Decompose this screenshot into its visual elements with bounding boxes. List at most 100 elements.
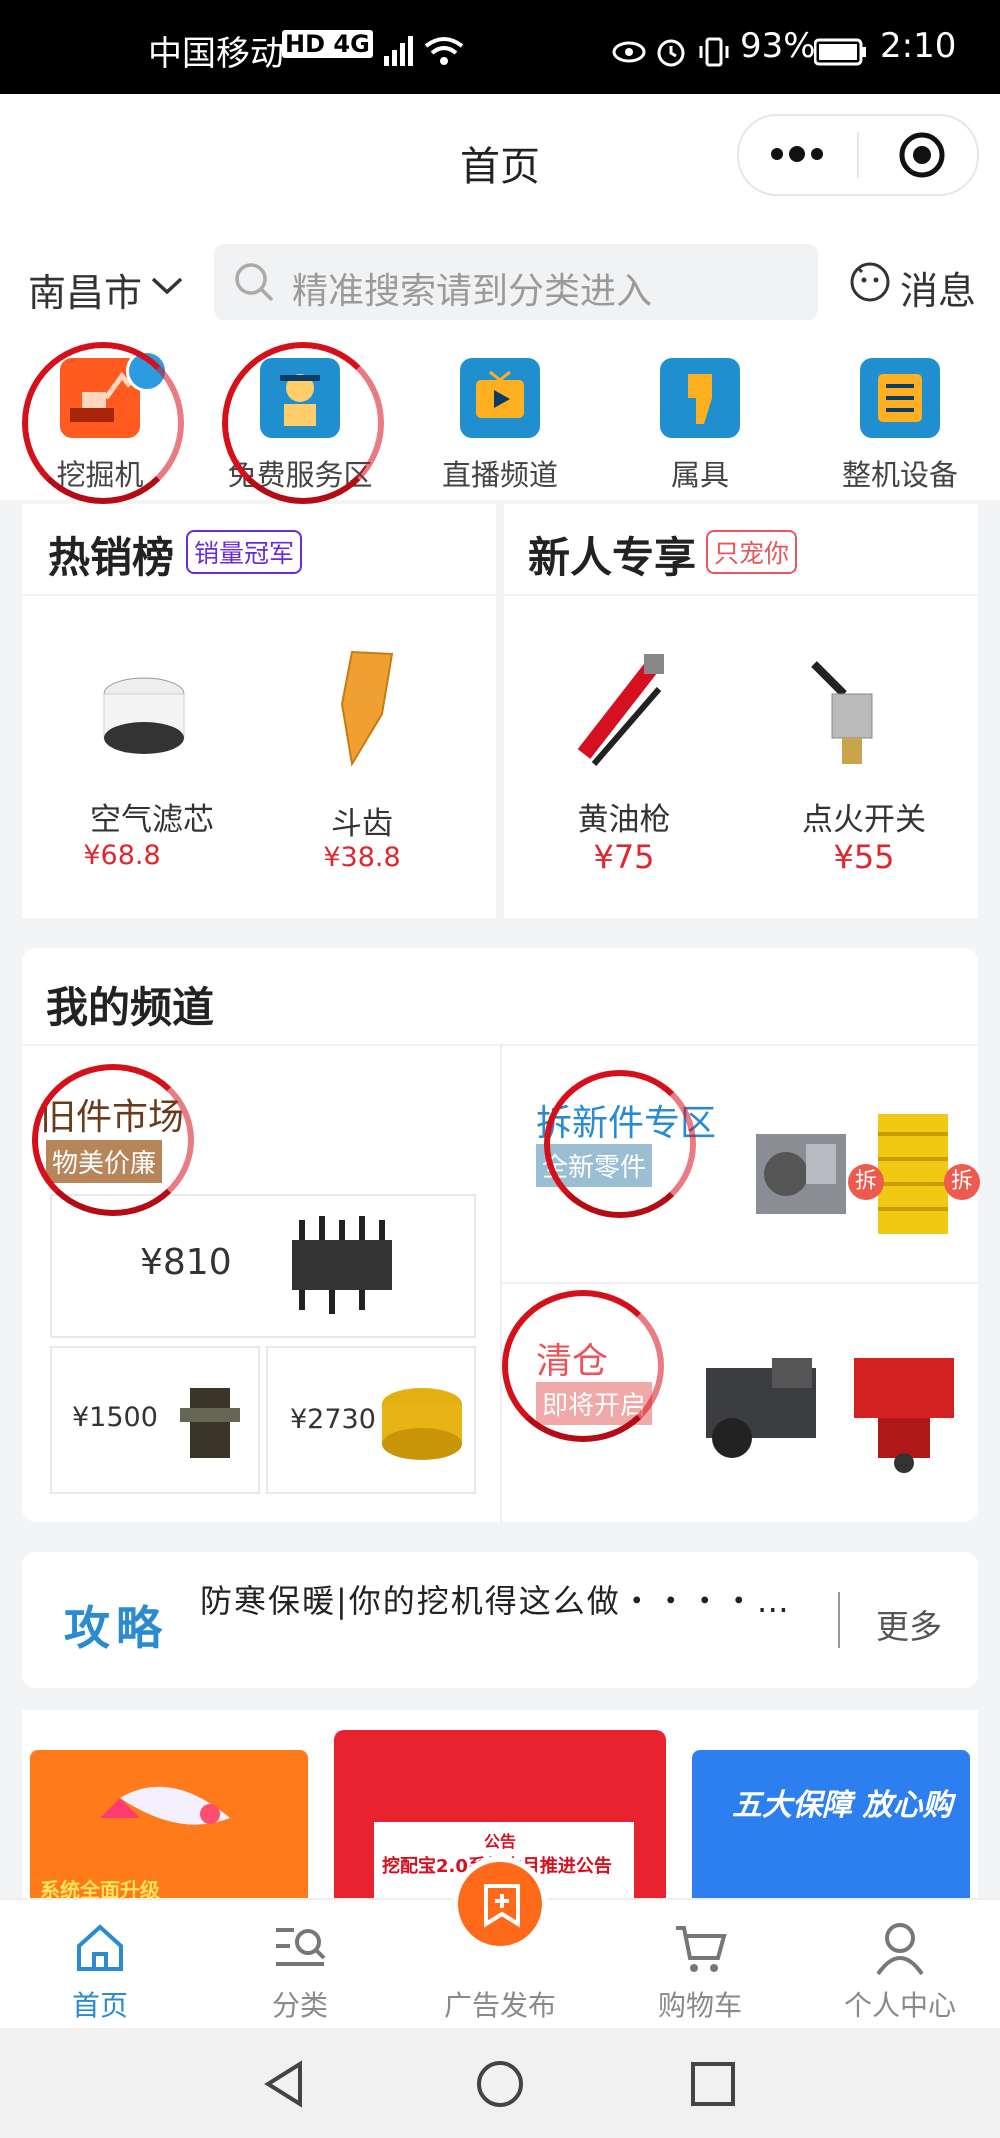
- used-item-price: ¥2730: [290, 1404, 376, 1435]
- pump-image: [180, 1388, 240, 1458]
- highlight-circle: [222, 342, 384, 504]
- nav-item-attachments[interactable]: 属具: [600, 340, 800, 500]
- valve-block-image: [292, 1216, 392, 1314]
- channel-title: 我的频道: [46, 983, 215, 1032]
- newcomer-card[interactable]: 新人专享 只宠你 黄油枪 ¥75 点火开关 ¥55: [504, 504, 978, 918]
- message-label[interactable]: 消息: [900, 260, 976, 315]
- hot-sale-card[interactable]: 热销榜 销量冠军 空气滤芯 ¥68.8 斗齿 ¥38.8: [22, 504, 496, 918]
- search-row: 南昌市 精准搜索请到分类进入 消息: [0, 220, 1000, 340]
- announcement-heading: 公告: [484, 1832, 517, 1851]
- tab-profile[interactable]: 个人中心: [800, 1900, 1000, 2030]
- battery-percent: 93%: [740, 26, 816, 66]
- close-target-icon[interactable]: [897, 130, 947, 180]
- dismantled-badge: 拆: [848, 1164, 884, 1200]
- signal-icon: [384, 36, 413, 66]
- guide-bar[interactable]: 攻略 防寒保暖|你的挖机得这么做・・・・… 更多: [22, 1552, 978, 1688]
- used-market-panel[interactable]: 旧件市场 物美价廉 ¥810 ¥1500 ¥2730: [22, 1046, 498, 1522]
- tv-play-icon: [460, 358, 540, 438]
- wifi-icon: [424, 37, 464, 65]
- banner-guarantee[interactable]: 五大保障 放心购: [692, 1750, 970, 1898]
- air-filter-image: [103, 677, 185, 754]
- clock: 2:10: [880, 26, 957, 66]
- nav-item-live[interactable]: 直播频道: [400, 340, 600, 500]
- alarm-icon: [657, 39, 685, 67]
- product-name: 点火开关: [802, 802, 926, 838]
- search-placeholder: 精准搜索请到分类进入: [292, 271, 653, 312]
- used-item-card[interactable]: ¥2730: [266, 1346, 476, 1494]
- grease-gun-image: [577, 654, 664, 766]
- hydraulic-pump-image: [706, 1358, 816, 1458]
- guide-more-link[interactable]: 更多: [876, 1600, 942, 1648]
- engine-image: [756, 1134, 846, 1214]
- dismantled-badge: 拆: [944, 1164, 980, 1200]
- product-price: ¥68.8: [83, 840, 161, 871]
- hot-sale-tag: 销量冠军: [186, 530, 303, 574]
- banner-text: 系统全面升级: [40, 1878, 160, 1898]
- carrier-label: 中国移动: [148, 34, 284, 74]
- banner-text: 五大保障 放心购: [732, 1788, 953, 1823]
- cart-icon: [676, 1926, 727, 1972]
- highlight-circle: [22, 342, 184, 504]
- list-icon: [860, 358, 940, 438]
- vibrate-icon: [699, 37, 729, 67]
- product-price: ¥38.8: [323, 842, 401, 873]
- publish-icon: [452, 1856, 548, 1952]
- used-item-price: ¥810: [140, 1242, 232, 1283]
- network-badge: HD 4G: [282, 30, 373, 58]
- title-bar: 首页: [0, 94, 1000, 222]
- bucket-tooth-image: [340, 650, 394, 767]
- tab-label: 分类: [271, 1989, 328, 2022]
- message-face-icon[interactable]: [848, 260, 892, 304]
- back-icon[interactable]: [260, 2058, 310, 2110]
- product-price: ¥55: [833, 838, 895, 876]
- tab-label: 首页: [71, 1989, 128, 2022]
- nav-label: 直播频道: [441, 458, 558, 492]
- product-price: ¥75: [593, 838, 655, 876]
- search-icon: [235, 263, 274, 302]
- guide-logo: 攻略: [64, 1601, 168, 1655]
- swing-motor-image: [382, 1388, 462, 1460]
- tab-cart[interactable]: 购物车: [600, 1900, 800, 2030]
- capsule-divider: [857, 132, 859, 178]
- battery-icon: [814, 38, 866, 66]
- tab-label: 个人中心: [843, 1989, 956, 2022]
- mini-program-capsule: [737, 114, 979, 196]
- ignition-switch-image: [811, 661, 873, 764]
- more-dots-icon[interactable]: [769, 142, 825, 166]
- banner-system-upgrade[interactable]: 系统全面升级: [30, 1750, 308, 1898]
- tab-home[interactable]: 首页: [0, 1900, 200, 2030]
- divider: [22, 594, 496, 596]
- highlight-circle: [544, 1070, 696, 1218]
- clearance-panel[interactable]: 清仓 即将开启: [502, 1284, 978, 1522]
- newcomer-title: 新人专享: [528, 533, 697, 582]
- category-icon-nav: 挖掘机 免费服务区 直播频道 属具 整机设备: [0, 340, 1000, 504]
- rocket-icon: [100, 1786, 230, 1825]
- category-search-icon: [276, 1928, 326, 1966]
- product-name: 黄油枪: [577, 802, 671, 838]
- tab-category[interactable]: 分类: [200, 1900, 400, 2030]
- used-item-price: ¥1500: [72, 1402, 158, 1433]
- divider: [504, 594, 978, 596]
- recent-apps-icon[interactable]: [688, 2058, 738, 2110]
- red-gearbox-image: [854, 1358, 954, 1473]
- guide-divider: [838, 1592, 840, 1648]
- status-bar: 中国移动 HD 4G 93% 2:10: [0, 0, 1000, 94]
- highlight-circle: [502, 1290, 664, 1442]
- home-circle-icon[interactable]: [474, 2058, 526, 2110]
- search-input[interactable]: 精准搜索请到分类进入: [214, 244, 818, 320]
- dismantled-parts-panel[interactable]: 拆新件专区 全新零件 拆 拆: [502, 1046, 980, 1282]
- newcomer-tag: 只宠你: [706, 530, 798, 574]
- city-selector[interactable]: 南昌市: [28, 262, 142, 317]
- chevron-down-icon[interactable]: [150, 276, 184, 296]
- attachment-icon: [660, 358, 740, 438]
- hot-sale-title: 热销榜: [48, 533, 175, 582]
- person-icon: [876, 1923, 924, 1976]
- nav-label: 整机设备: [841, 458, 958, 492]
- bottom-tab-bar: 首页 分类 广告发布 购物车 个人中心: [0, 1856, 1000, 2030]
- guide-headline[interactable]: 防寒保暖|你的挖机得这么做・・・・…: [200, 1576, 840, 1622]
- my-channel-section: 我的频道 旧件市场 物美价廉 ¥810 ¥1500 ¥2730 拆新件专区 全新…: [22, 948, 980, 1522]
- nav-item-machines[interactable]: 整机设备: [800, 340, 1000, 500]
- highlight-circle: [32, 1064, 194, 1216]
- tab-publish[interactable]: 广告发布: [400, 1856, 600, 2030]
- used-item-card[interactable]: ¥1500: [50, 1346, 260, 1494]
